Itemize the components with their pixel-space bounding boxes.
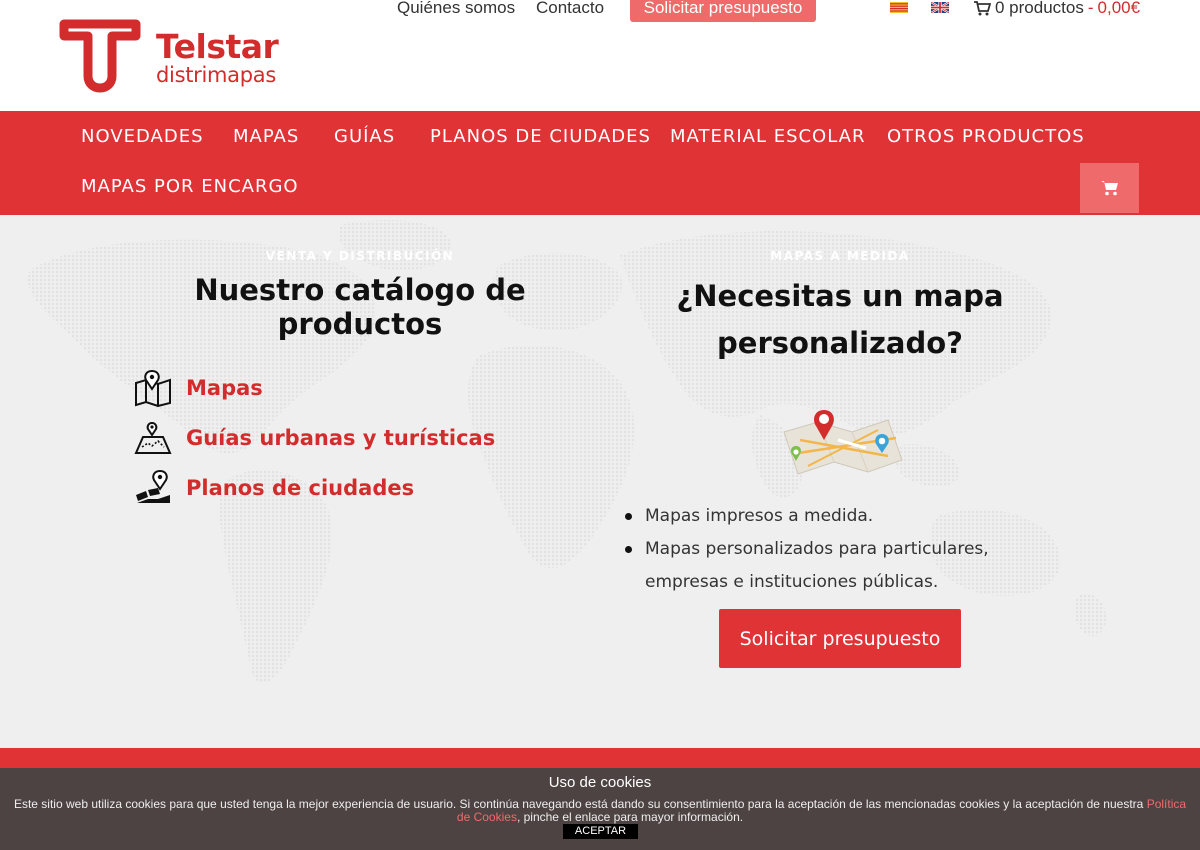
city-plan-icon (136, 469, 170, 503)
cart-separator: - (1087, 0, 1094, 17)
cookie-text: Este sitio web utiliza cookies para que … (10, 798, 1190, 824)
cookie-banner: Uso de cookies Este sitio web utiliza co… (0, 768, 1200, 850)
map-pin-icon (135, 369, 171, 407)
category-list: Mapas Guías urbanas y turísticas Planos … (134, 363, 495, 513)
nav-planos-de-ciudades[interactable]: PLANOS DE CIUDADES (430, 126, 651, 147)
custom-map-illustration-icon (783, 410, 903, 475)
hero-section: VENTA Y DISTRIBUCIÓN Nuestro catálogo de… (0, 215, 1200, 748)
contact-link[interactable]: Contacto (536, 0, 604, 18)
cart-total: 0,00€ (1097, 0, 1141, 17)
cart-icon (1100, 181, 1118, 196)
cart-icon (974, 0, 991, 15)
site-header: Telstar distrimapas Quiénes somos Contac… (0, 0, 1200, 111)
nav-mapas[interactable]: MAPAS (233, 126, 299, 147)
brand-name: Telstar (156, 27, 279, 66)
main-navigation: NOVEDADES MAPAS GUÍAS PLANOS DE CIUDADES… (0, 111, 1200, 215)
catalan-flag-icon[interactable] (890, 0, 908, 13)
bullet-item: Mapas personalizados para particulares, … (622, 533, 1072, 599)
category-guias-link[interactable]: Guías urbanas y turísticas (134, 413, 495, 463)
cookie-message-after: , pinche el enlace para mayor informació… (516, 810, 744, 824)
telstar-logo[interactable]: Telstar distrimapas (58, 18, 318, 98)
category-planos-link[interactable]: Planos de ciudades (134, 463, 495, 513)
cart-count: 0 productos (995, 0, 1084, 17)
custom-maps-eyebrow: MAPAS A MEDIDA (770, 249, 910, 263)
request-quote-button[interactable]: Solicitar presupuesto (630, 0, 816, 22)
about-link[interactable]: Quiénes somos (397, 0, 515, 18)
request-quote-cta-button[interactable]: Solicitar presupuesto (719, 609, 961, 668)
custom-maps-heading: ¿Necesitas un mapa personalizado? (620, 273, 1060, 367)
nav-otros-productos[interactable]: OTROS PRODUCTOS (887, 126, 1085, 147)
nav-cart-button[interactable] (1080, 163, 1139, 213)
cookie-accept-button[interactable]: ACEPTAR (563, 824, 638, 839)
category-planos-label: Planos de ciudades (186, 476, 415, 500)
cookie-title: Uso de cookies (548, 774, 652, 791)
nav-novedades[interactable]: NOVEDADES (81, 126, 204, 147)
nav-mapas-por-encargo[interactable]: MAPAS POR ENCARGO (81, 176, 299, 197)
top-navigation: Quiénes somos Contacto Solicitar presupu… (0, 0, 1200, 24)
category-guias-label: Guías urbanas y turísticas (186, 426, 496, 450)
brand-subtitle: distrimapas (156, 63, 276, 87)
bullet-item: Mapas impresos a medida. (622, 500, 1072, 533)
catalog-heading: Nuestro catálogo de productos (194, 273, 526, 341)
category-mapas-link[interactable]: Mapas (134, 363, 495, 413)
custom-maps-heading-line2: personalizado? (717, 326, 963, 360)
mini-cart-link[interactable]: 0 productos - 0,00€ (974, 0, 1140, 18)
telstar-logo-icon (59, 19, 141, 93)
custom-maps-heading-line1: ¿Necesitas un mapa (676, 279, 1004, 313)
nav-guias[interactable]: GUÍAS (334, 126, 395, 147)
catalog-eyebrow: VENTA Y DISTRIBUCIÓN (265, 249, 455, 263)
custom-maps-bullets: Mapas impresos a medida. Mapas personali… (622, 500, 1072, 599)
terrain-map-icon (134, 421, 172, 454)
category-mapas-label: Mapas (186, 376, 263, 400)
uk-flag-icon[interactable] (930, 0, 950, 14)
cookie-message: Este sitio web utiliza cookies para que … (13, 797, 1144, 811)
nav-material-escolar[interactable]: MATERIAL ESCOLAR (670, 126, 866, 147)
